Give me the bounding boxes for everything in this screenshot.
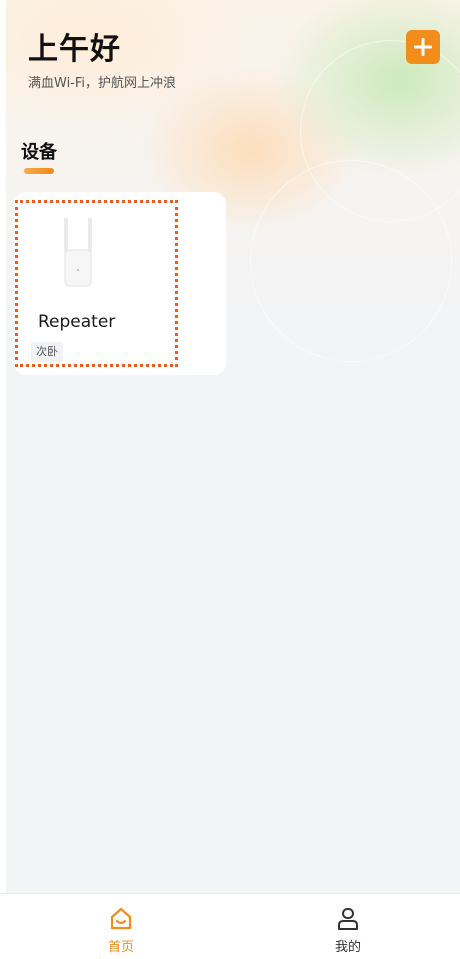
plus-icon — [414, 38, 432, 56]
bottom-tab-bar: 首页 我的 — [0, 893, 460, 959]
tab-home[interactable]: 首页 — [61, 894, 181, 959]
left-edge — [0, 0, 6, 959]
tab-home-label: 首页 — [107, 940, 134, 955]
devices-section-title: 设备 — [21, 142, 57, 163]
section-title-underline — [24, 168, 54, 174]
greeting-subtitle: 满血Wi-Fi，护航网上冲浪 — [28, 76, 177, 91]
wifi-repeater-image — [64, 218, 92, 287]
tab-mine[interactable]: 我的 — [288, 894, 408, 959]
app-screen: 上午好 满血Wi-Fi，护航网上冲浪 设备 Repeater 次卧 首页 我的 — [0, 0, 460, 959]
tab-mine-label: 我的 — [334, 940, 361, 955]
home-icon — [110, 907, 132, 930]
user-icon — [338, 908, 358, 930]
device-name: Repeater — [38, 312, 116, 332]
greeting-title: 上午好 — [28, 32, 121, 67]
add-device-button[interactable] — [406, 30, 440, 64]
device-room-tag: 次卧 — [31, 342, 63, 362]
